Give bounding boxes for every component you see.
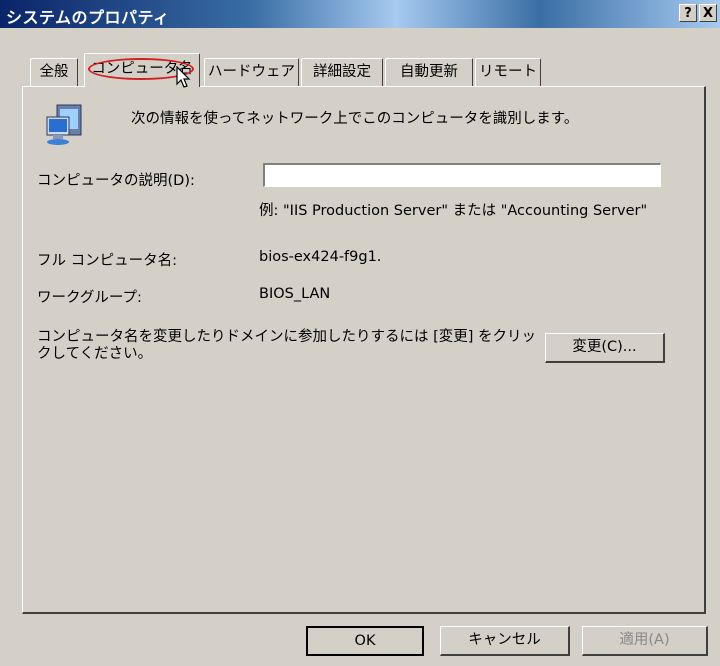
ok-button[interactable]: OK <box>306 626 424 656</box>
mouse-cursor-icon <box>176 66 191 88</box>
workgroup-value: BIOS_LAN <box>259 286 331 302</box>
intro-text: 次の情報を使ってネットワーク上でこのコンピュータを識別します。 <box>131 111 579 127</box>
tab-general[interactable]: 全般 <box>30 58 78 86</box>
tab-remote[interactable]: リモート <box>475 58 541 86</box>
description-example: 例: "IIS Production Server" または "Accounti… <box>259 203 648 219</box>
workgroup-label: ワークグループ: <box>37 290 142 306</box>
title-bar[interactable]: システムのプロパティ ? X <box>0 0 720 28</box>
help-button[interactable]: ? <box>679 4 697 22</box>
apply-button[interactable]: 適用(A) <box>582 626 708 656</box>
description-label: コンピュータの説明(D): <box>37 173 195 189</box>
tab-hardware[interactable]: ハードウェア <box>204 58 299 86</box>
window-title: システムのプロパティ <box>6 8 170 27</box>
close-button[interactable]: X <box>699 4 717 22</box>
full-computer-name-value: bios-ex424-f9g1. <box>259 249 382 265</box>
tab-panel: 次の情報を使ってネットワーク上でこのコンピュータを識別します。 コンピュータの説… <box>22 86 706 614</box>
system-properties-window: システムのプロパティ ? X 全般 コンピュータ名 ハードウェア 詳細設定 自動… <box>0 0 720 666</box>
full-computer-name-label: フル コンピュータ名: <box>37 253 177 269</box>
change-button[interactable]: 変更(C)... <box>545 333 665 363</box>
tab-automatic-updates[interactable]: 自動更新 <box>385 58 473 86</box>
rename-instructions: コンピュータ名を変更したりドメインに参加したりするには [変更] をクリックして… <box>37 329 537 362</box>
tab-advanced[interactable]: 詳細設定 <box>301 58 383 86</box>
computer-description-input[interactable] <box>263 163 661 187</box>
cancel-button[interactable]: キャンセル <box>440 626 570 656</box>
computer-icon <box>46 104 82 145</box>
